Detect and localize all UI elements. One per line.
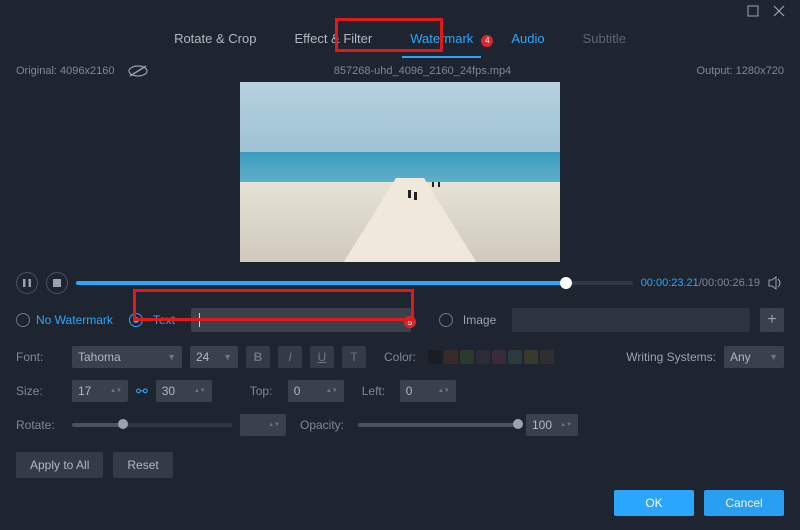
underline-button[interactable]: U [310, 346, 334, 368]
rotate-row: Rotate: ▲▼ Opacity: 100▲▼ [0, 408, 800, 442]
text-mode-label: Text [153, 313, 175, 327]
tab-subtitle[interactable]: Subtitle [579, 25, 630, 52]
tab-bar: Rotate & Crop Effect & Filter Watermark … [0, 22, 800, 54]
playback-bar: 00:00:23.21/00:00:26.19 [0, 262, 800, 300]
color-swatch[interactable] [492, 350, 506, 364]
size-width-spinner[interactable]: 17▲▼ [72, 380, 128, 402]
left-spinner[interactable]: 0▲▼ [400, 380, 456, 402]
top-spinner[interactable]: 0▲▼ [288, 380, 344, 402]
watermark-text-input[interactable] [191, 308, 411, 332]
size-label: Size: [16, 384, 64, 398]
writing-systems-label: Writing Systems: [626, 350, 716, 364]
original-resolution: Original: 4096x2160 [16, 65, 114, 77]
opacity-value: 100 [532, 418, 552, 432]
color-swatch[interactable] [476, 350, 490, 364]
footer-buttons: OK Cancel [614, 490, 784, 516]
color-swatch[interactable] [540, 350, 554, 364]
radio-no-watermark[interactable]: No Watermark [16, 313, 119, 327]
color-swatch[interactable] [428, 350, 442, 364]
size-height-spinner[interactable]: 30▲▼ [156, 380, 212, 402]
badge-text: 5 [404, 316, 416, 328]
color-swatches [428, 350, 554, 364]
font-size-value: 24 [196, 350, 209, 364]
video-preview[interactable] [240, 82, 560, 262]
font-family-value: Tahoma [78, 350, 121, 364]
rotate-slider[interactable] [72, 423, 232, 427]
titlebar [0, 0, 800, 22]
radio-text[interactable] [129, 313, 143, 327]
time-current: 00:00:23.21 [641, 277, 699, 289]
add-image-button[interactable]: + [760, 308, 784, 332]
tab-audio[interactable]: Audio [507, 25, 548, 52]
italic-button[interactable]: I [278, 346, 302, 368]
info-row: Original: 4096x2160 857268-uhd_4096_2160… [0, 54, 800, 82]
color-swatch[interactable] [508, 350, 522, 364]
color-swatch[interactable] [460, 350, 474, 364]
image-mode-label: Image [463, 313, 496, 327]
link-aspect-icon[interactable]: ⚯ [136, 383, 148, 400]
ok-button[interactable]: OK [614, 490, 694, 516]
writing-systems-value: Any [730, 350, 751, 364]
opacity-slider[interactable] [358, 423, 518, 427]
top-value: 0 [294, 384, 301, 398]
minimize-button[interactable] [740, 2, 766, 20]
visibility-toggle-icon[interactable] [128, 64, 148, 78]
writing-systems-dropdown[interactable]: Any▼ [724, 346, 784, 368]
volume-icon[interactable] [768, 276, 784, 290]
font-label: Font: [16, 350, 64, 364]
tab-rotate-crop[interactable]: Rotate & Crop [170, 25, 260, 52]
bold-button[interactable]: B [246, 346, 270, 368]
color-swatch[interactable] [444, 350, 458, 364]
size-height-value: 30 [162, 384, 175, 398]
action-row: Apply to All Reset [0, 442, 800, 488]
font-row: Font: Tahoma▼ 24▼ B I U T Color: Writing… [0, 340, 800, 374]
color-swatch[interactable] [524, 350, 538, 364]
watermark-image-path[interactable] [512, 308, 750, 332]
tab-watermark-label: Watermark [410, 31, 473, 46]
filename-label: 857268-uhd_4096_2160_24fps.mp4 [148, 65, 696, 77]
rotate-spinner[interactable]: ▲▼ [240, 414, 286, 436]
no-watermark-label: No Watermark [36, 313, 113, 327]
tab-effect-filter[interactable]: Effect & Filter [290, 25, 376, 52]
color-label: Color: [384, 350, 420, 364]
size-width-value: 17 [78, 384, 91, 398]
progress-bar[interactable] [76, 281, 633, 285]
rotate-label: Rotate: [16, 418, 64, 432]
left-value: 0 [406, 384, 413, 398]
top-label: Top: [250, 384, 280, 398]
stop-button[interactable] [46, 272, 68, 294]
output-resolution: Output: 1280x720 [697, 65, 784, 77]
size-row: Size: 17▲▼ ⚯ 30▲▼ Top: 0▲▼ Left: 0▲▼ [0, 374, 800, 408]
font-family-dropdown[interactable]: Tahoma▼ [72, 346, 182, 368]
font-size-dropdown[interactable]: 24▼ [190, 346, 238, 368]
close-button[interactable] [766, 2, 792, 20]
tab-watermark[interactable]: Watermark 4 [406, 25, 477, 52]
watermark-mode-row: No Watermark Text 5 Image + [0, 300, 800, 340]
apply-to-all-button[interactable]: Apply to All [16, 452, 103, 478]
radio-image[interactable] [439, 313, 453, 327]
preview-area [0, 82, 800, 262]
cancel-button[interactable]: Cancel [704, 490, 784, 516]
timecode: 00:00:23.21/00:00:26.19 [641, 277, 760, 289]
strike-button[interactable]: T [342, 346, 366, 368]
editor-window: Rotate & Crop Effect & Filter Watermark … [0, 0, 800, 530]
time-duration: 00:00:26.19 [702, 277, 760, 289]
reset-button[interactable]: Reset [113, 452, 172, 478]
opacity-label: Opacity: [300, 418, 350, 432]
badge-watermark: 4 [481, 35, 493, 47]
opacity-spinner[interactable]: 100▲▼ [526, 414, 578, 436]
pause-button[interactable] [16, 272, 38, 294]
left-label: Left: [362, 384, 392, 398]
